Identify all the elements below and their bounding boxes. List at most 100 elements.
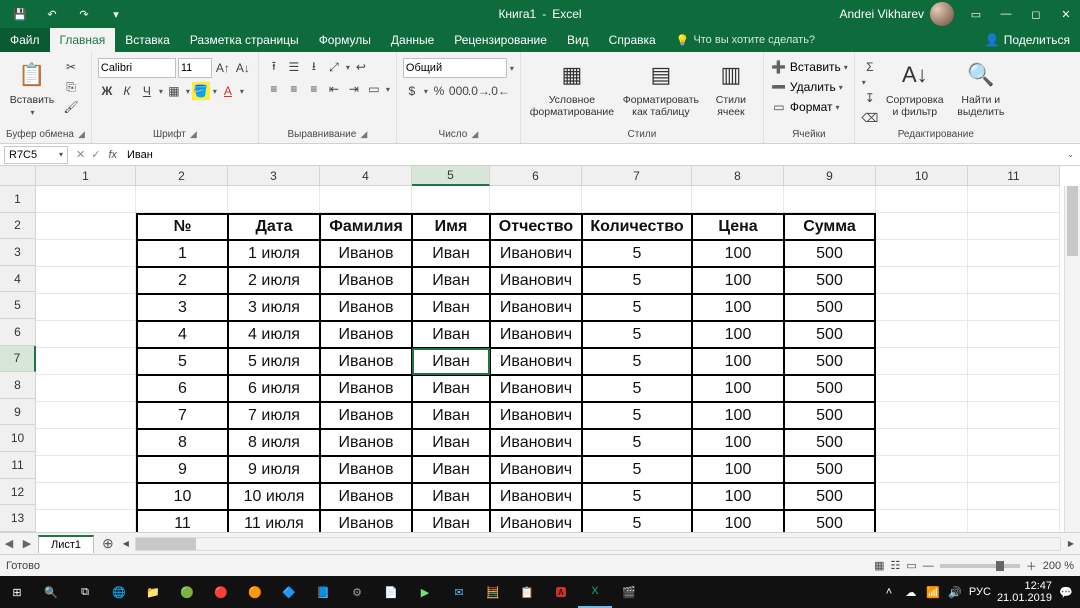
cell[interactable]: 7 [136,402,228,429]
onedrive-icon[interactable]: ☁ [903,586,919,599]
taskbar-app[interactable]: 🧮 [476,576,510,608]
cell[interactable]: 100 [692,240,784,267]
cell[interactable]: 500 [784,375,876,402]
cell[interactable]: 5 [582,240,692,267]
cell[interactable]: 100 [692,294,784,321]
taskbar-app[interactable]: 📄 [374,576,408,608]
cell[interactable] [36,186,136,213]
taskbar-app[interactable]: 📋 [510,576,544,608]
cell[interactable]: Иван [412,375,490,402]
cell-styles-button[interactable]: ▥ Стили ячеек [705,58,757,118]
cell[interactable] [36,483,136,510]
row-header[interactable]: 5 [0,292,36,319]
taskbar-app[interactable]: 🟢 [170,576,204,608]
horizontal-scrollbar[interactable]: ◀ ▶ [122,537,1080,551]
cell[interactable]: Иван [412,348,490,375]
cell[interactable]: 7 июля [228,402,320,429]
cell[interactable]: Иванович [490,510,582,532]
clock-date[interactable]: 21.01.2019 [997,592,1052,604]
cell[interactable]: Иван [412,456,490,483]
redo-icon[interactable]: ↷ [70,0,98,28]
cell[interactable] [36,456,136,483]
cell[interactable]: 500 [784,321,876,348]
launcher-icon[interactable]: ◢ [78,129,85,140]
cell[interactable]: Иван [412,510,490,532]
cell[interactable]: 3 [136,294,228,321]
column-header[interactable]: 2 [136,166,228,186]
cell[interactable]: Отчество [490,213,582,240]
cell[interactable]: Количество [582,213,692,240]
cell[interactable]: 500 [784,510,876,532]
task-view-icon[interactable]: ⧉ [68,576,102,608]
cell[interactable] [876,294,968,321]
row-header[interactable]: 11 [0,452,36,479]
italic-button[interactable]: К [118,82,136,100]
column-header[interactable]: 10 [876,166,968,186]
font-color-icon[interactable]: A [219,82,237,100]
cell[interactable] [36,402,136,429]
cell[interactable]: Дата [228,213,320,240]
clock-time[interactable]: 12:47 [997,580,1052,592]
row-header[interactable]: 3 [0,239,36,266]
cell[interactable]: 1 июля [228,240,320,267]
increase-font-icon[interactable]: A↑ [214,59,232,77]
cell[interactable]: 9 [136,456,228,483]
cell[interactable]: 100 [692,321,784,348]
fx-icon[interactable]: fx [108,149,123,161]
delete-cells-button[interactable]: ➖Удалить▾ [770,78,843,96]
tell-me[interactable]: 💡 Что вы хотите сделать? [666,28,825,52]
conditional-formatting-button[interactable]: ▦ Условное форматирование [527,58,617,118]
speaker-icon[interactable]: 🔊 [947,586,963,599]
orientation-icon[interactable]: ⤢ [325,58,343,76]
cell[interactable] [876,429,968,456]
row-header[interactable]: 7 [0,346,36,373]
cell[interactable]: 500 [784,348,876,375]
align-middle-icon[interactable]: ☰ [285,58,303,76]
cell[interactable]: 10 июля [228,483,320,510]
cell[interactable] [36,375,136,402]
cell[interactable]: Иванов [320,375,412,402]
cell[interactable] [582,186,692,213]
taskbar-app[interactable]: 🌐 [102,576,136,608]
column-header[interactable]: 3 [228,166,320,186]
cell[interactable]: 10 [136,483,228,510]
cell[interactable] [876,348,968,375]
tab-help[interactable]: Справка [599,28,666,52]
cell[interactable]: Иван [412,240,490,267]
minimize-button[interactable]: — [992,0,1020,28]
cell[interactable]: 500 [784,294,876,321]
sheet-tab[interactable]: Лист1 [38,535,94,553]
share-button[interactable]: 👤 Поделиться [975,28,1080,52]
cell[interactable]: 500 [784,456,876,483]
row-header[interactable]: 9 [0,399,36,426]
qat-customize-icon[interactable]: ▾ [102,0,130,28]
cell[interactable]: 5 [582,267,692,294]
cell[interactable] [968,510,1060,532]
cell[interactable]: 9 июля [228,456,320,483]
fill-color-icon[interactable]: 🪣 [192,82,210,100]
column-header[interactable]: 4 [320,166,412,186]
search-icon[interactable]: 🔍 [34,576,68,608]
cell[interactable] [36,348,136,375]
decrease-font-icon[interactable]: A↓ [234,59,252,77]
action-center-icon[interactable]: 💬 [1058,586,1074,599]
close-button[interactable]: ✕ [1052,0,1080,28]
format-as-table-button[interactable]: ▤ Форматировать как таблицу [621,58,701,118]
font-size-select[interactable] [178,58,212,78]
cell[interactable]: 11 [136,510,228,532]
cell[interactable]: Цена [692,213,784,240]
cell[interactable] [490,186,582,213]
launcher-icon[interactable]: ◢ [190,129,197,140]
formula-input[interactable]: Иван [123,149,1060,161]
row-header[interactable]: 2 [0,213,36,240]
row-header[interactable]: 10 [0,425,36,452]
cell[interactable]: Иванович [490,321,582,348]
cell[interactable]: 5 [582,321,692,348]
cell[interactable] [876,483,968,510]
cell[interactable]: 100 [692,510,784,532]
cell[interactable]: 5 [582,294,692,321]
align-left-icon[interactable]: ≡ [265,80,283,98]
cell[interactable]: Иванович [490,240,582,267]
cell[interactable]: 5 [136,348,228,375]
cell[interactable]: 100 [692,375,784,402]
